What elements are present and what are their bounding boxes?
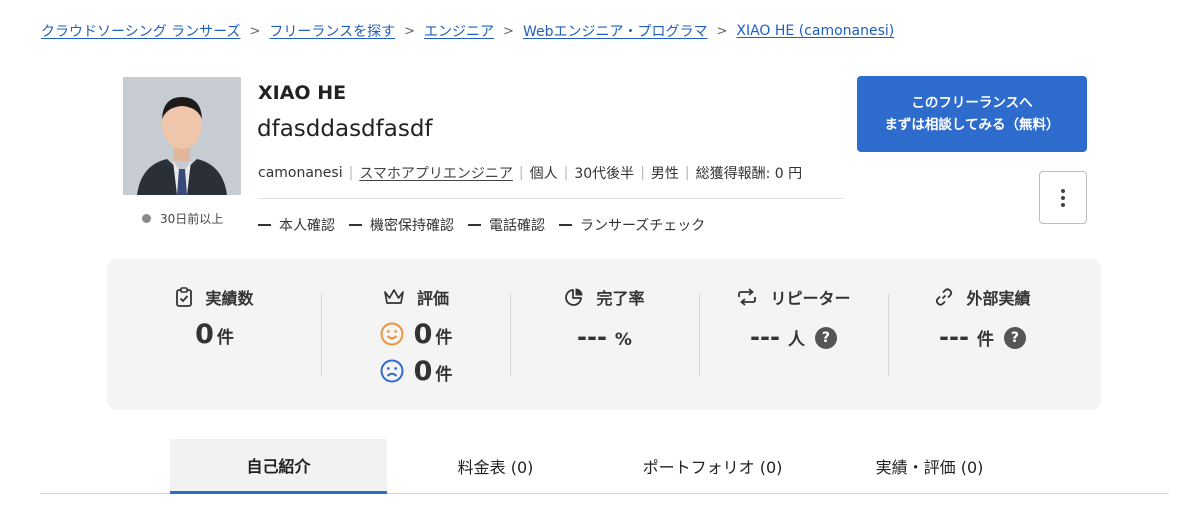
repeat-icon [738,288,757,306]
more-vertical-icon[interactable] [1039,171,1087,224]
separator: | [563,165,569,181]
rating-good: 0 件 [322,319,510,350]
profile-catchphrase: dfasddasdfasdf [257,116,433,142]
bad-unit: 件 [435,365,453,385]
stat-rating-label: 評価 [416,289,449,308]
dash-icon [349,224,362,226]
profile-meta: camonanesi | スマホアプリエンジニア | 個人 | 30代後半 | … [258,163,802,183]
tab-pricing[interactable]: 料金表 (0) [387,439,604,493]
separator: | [640,165,645,181]
chevron-right-icon: > [404,23,416,39]
avatar-image [123,77,241,195]
chevron-right-icon: > [249,23,261,39]
good-unit: 件 [435,328,453,348]
separator: | [518,165,524,181]
verification-label: ランサーズチェック [580,218,706,234]
repeater-count: --- [750,323,780,351]
verification-label: 電話確認 [489,218,545,234]
stat-repeater: リピーター --- 人 ? [699,259,888,410]
verification-lancers-check: ランサーズチェック [559,215,705,235]
stat-completion-value: --- % [510,323,699,351]
status-dot-icon [142,214,151,223]
repeater-unit: 人 [787,330,805,350]
verification-label: 機密保持確認 [370,218,454,234]
username: camonanesi [258,165,343,181]
consult-button-line1: このフリーランスへ [911,95,1033,111]
stat-works-value: 0 件 [107,319,322,350]
verification-list: 本人確認 機密保持確認 電話確認 ランサーズチェック [258,215,719,235]
gender: 男性 [650,166,679,182]
stat-rating-header: 評価 [322,285,510,309]
profile-tabs: 自己紹介 料金表 (0) ポートフォリオ (0) 実績・評価 (0) [40,439,1169,494]
help-icon[interactable]: ? [1003,327,1026,349]
smile-face-icon [380,322,404,346]
profile-name: XIAO HE [258,82,347,104]
stat-repeater-header: リピーター [699,285,888,309]
verification-phone: 電話確認 [468,215,545,235]
breadcrumb-item-engineer[interactable]: エンジニア [424,21,494,41]
consult-button-line2: まずは相談してみる（無料） [884,117,1060,133]
category-link[interactable]: スマホアプリエンジニア [359,163,513,183]
breadcrumb-item-web-engineer[interactable]: Webエンジニア・プログラマ [523,21,708,41]
sad-face-icon [380,359,404,383]
clipboard-check-icon [176,287,193,307]
stat-repeater-value: --- 人 ? [699,323,888,352]
stat-repeater-label: リピーター [770,289,851,308]
stats-panel: 実績数 0 件 評価 0 件 0 件 完了率 --- % リピーター --- 人… [107,259,1101,410]
dash-icon [258,224,271,226]
verification-identity: 本人確認 [258,215,335,235]
dash-icon [468,224,481,226]
works-unit: 件 [216,328,234,348]
tab-works-reviews[interactable]: 実績・評価 (0) [821,439,1038,493]
completion-unit: % [614,330,632,350]
verification-nda: 機密保持確認 [349,215,454,235]
stat-works-label: 実績数 [205,289,254,308]
breadcrumb: クラウドソーシング ランサーズ > フリーランスを探す > エンジニア > We… [41,21,894,41]
stat-external-label: 外部実績 [966,289,1031,308]
help-icon[interactable]: ? [814,327,837,349]
dash-icon [559,224,572,226]
breadcrumb-item-home[interactable]: クラウドソーシング ランサーズ [41,21,240,41]
stat-works-header: 実績数 [107,285,322,309]
login-status-text: 30日前以上 [160,212,224,226]
external-count: --- [939,323,969,351]
works-count: 0 [195,319,214,350]
external-unit: 件 [976,330,994,350]
breadcrumb-item-find-freelance[interactable]: フリーランスを探す [269,21,395,41]
separator: | [684,165,690,181]
stat-external-header: 外部実績 [888,285,1101,309]
verification-label: 本人確認 [279,218,335,234]
rating-bad: 0 件 [322,356,510,387]
crown-icon [384,289,404,304]
breadcrumb-item-current[interactable]: XIAO HE (camonanesi) [736,23,894,39]
divider [258,198,844,199]
stat-external: 外部実績 --- 件 ? [888,259,1101,410]
completion-rate: --- [577,323,607,351]
stat-rating: 評価 0 件 0 件 [322,259,510,410]
avatar [123,77,241,195]
separator: | [348,165,354,181]
good-count: 0 [413,319,433,350]
tab-self-introduction[interactable]: 自己紹介 [170,439,387,494]
consult-button[interactable]: このフリーランスへ まずは相談してみる（無料） [857,76,1087,152]
chevron-right-icon: > [503,23,514,39]
stat-works: 実績数 0 件 [107,259,322,410]
stat-completion-label: 完了率 [596,289,645,308]
age: 30代後半 [574,166,635,182]
tab-portfolio[interactable]: ポートフォリオ (0) [604,439,821,493]
login-status: 30日前以上 [142,210,223,227]
link-icon [936,288,953,306]
freelancer-type: 個人 [529,166,558,182]
stat-completion: 完了率 --- % [510,259,699,410]
pie-chart-icon [565,288,583,306]
total-earnings: 総獲得報酬: 0 円 [695,166,803,182]
bad-count: 0 [413,356,433,387]
chevron-right-icon: > [716,23,728,39]
stat-external-value: --- 件 ? [888,323,1101,352]
stat-completion-header: 完了率 [510,285,699,309]
